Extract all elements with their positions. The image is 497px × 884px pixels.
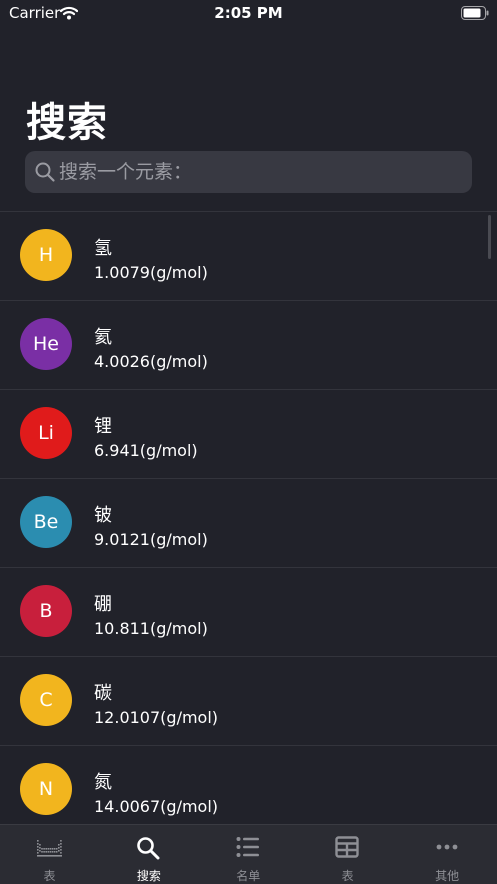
element-list[interactable]: H 氢 1.0079(g/mol) He 氦 4.0026(g/mol) Li 锂 6.941(… [0,211,497,825]
page-title: 搜索 [26,100,108,146]
element-name: 锂 [94,416,112,437]
element-name: 铍 [94,505,112,526]
tab-search[interactable]: 搜索 [99,825,198,884]
search-icon [136,836,160,864]
element-mass: 12.0107(g/mol) [94,708,219,727]
element-mass: 6.941(g/mol) [94,441,198,460]
element-name: 氮 [94,772,112,793]
element-symbol-badge: Be [20,496,72,548]
scroll-indicator[interactable] [488,215,491,259]
status-bar: Carrier 2:05 PM [0,0,497,26]
element-symbol-badge: N [20,763,72,815]
periodic-grid-icon [37,836,63,862]
search-bar[interactable] [25,151,472,193]
battery-icon [461,5,489,24]
element-row[interactable]: H 氢 1.0079(g/mol) [0,212,497,301]
status-time: 2:05 PM [214,4,283,22]
element-symbol-badge: He [20,318,72,370]
tab-label: 搜索 [136,869,161,883]
element-name: 氦 [94,327,112,348]
list-icon [236,836,260,862]
tab-list[interactable]: 名单 [199,825,298,884]
more-icon [435,836,459,862]
element-mass: 14.0067(g/mol) [94,797,219,816]
element-row[interactable]: B 硼 10.811(g/mol) [0,568,497,657]
element-symbol-badge: B [20,585,72,637]
element-row[interactable]: He 氦 4.0026(g/mol) [0,301,497,390]
element-symbol-badge: Li [20,407,72,459]
element-name: 硼 [94,594,112,615]
tab-table[interactable]: 表 [298,825,397,884]
tab-periodic-grid[interactable]: 表 [0,825,99,884]
element-symbol-badge: H [20,229,72,281]
element-mass: 4.0026(g/mol) [94,352,208,371]
tab-bar: 表 搜索 名单 表 其他 [0,824,497,884]
element-mass: 1.0079(g/mol) [94,263,208,282]
search-icon [34,161,56,187]
tab-label: 其他 [435,869,460,883]
tab-more[interactable]: 其他 [398,825,497,884]
tab-label: 表 [43,869,56,883]
tab-label: 名单 [236,869,261,883]
element-row[interactable]: C 碳 12.0107(g/mol) [0,657,497,746]
element-row[interactable]: N 氮 14.0067(g/mol) [0,746,497,825]
element-row[interactable]: Be 铍 9.0121(g/mol) [0,479,497,568]
element-symbol-badge: C [20,674,72,726]
element-row[interactable]: Li 锂 6.941(g/mol) [0,390,497,479]
tab-label: 表 [341,869,354,883]
search-input[interactable] [59,151,459,193]
element-mass: 9.0121(g/mol) [94,530,208,549]
table-icon [335,836,359,862]
element-name: 氢 [94,238,112,259]
element-name: 碳 [94,683,112,704]
element-mass: 10.811(g/mol) [94,619,208,638]
